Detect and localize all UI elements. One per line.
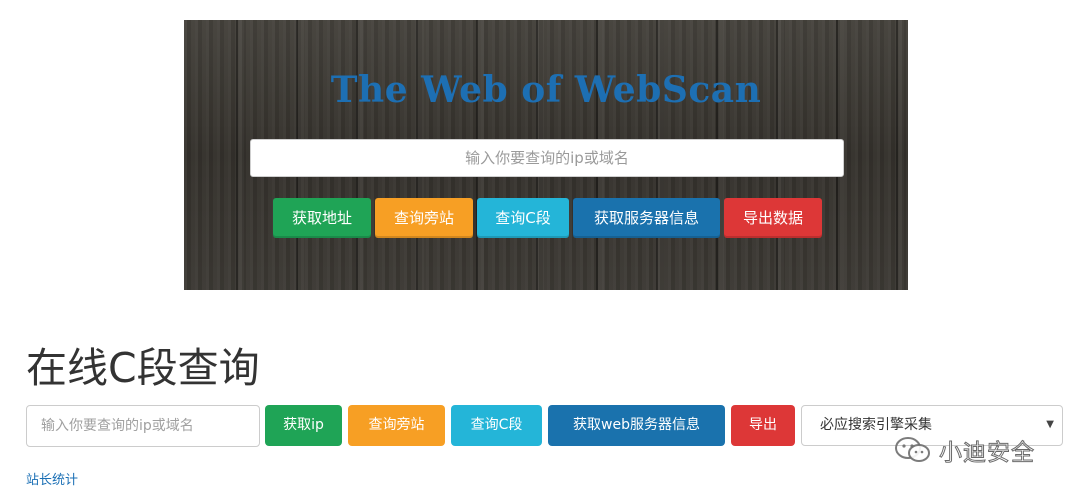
chevron-down-icon: ▼ [1046,419,1054,430]
site-stats-link[interactable]: 站长统计 [26,472,78,490]
banner-title: The Web of WebScan [330,69,762,111]
watermark: 小迪安全 [893,433,1035,467]
export-button[interactable]: 导出 [731,405,795,446]
banner-export-data-button[interactable]: 导出数据 [724,198,822,238]
wechat-logo-icon [895,437,930,462]
page-title: 在线C段查询 [26,344,260,392]
get-ip-button[interactable]: 获取ip [265,405,342,446]
hero-banner: The Web of WebScan 获取地址 查询旁站 查询C段 获取服务器信… [184,20,908,290]
search-input[interactable] [26,405,260,447]
banner-search-input[interactable] [250,139,844,177]
banner-get-address-button[interactable]: 获取地址 [273,198,371,238]
banner-get-server-info-button[interactable]: 获取服务器信息 [573,198,720,238]
get-web-server-info-button[interactable]: 获取web服务器信息 [548,405,725,446]
banner-query-c-segment-button[interactable]: 查询C段 [477,198,569,238]
banner-query-sites-button[interactable]: 查询旁站 [375,198,473,238]
watermark-text: 小迪安全 [939,440,1035,467]
page: The Web of WebScan 获取地址 查询旁站 查询C段 获取服务器信… [0,0,1080,497]
query-c-segment-button[interactable]: 查询C段 [451,405,542,446]
query-sites-button[interactable]: 查询旁站 [348,405,445,446]
